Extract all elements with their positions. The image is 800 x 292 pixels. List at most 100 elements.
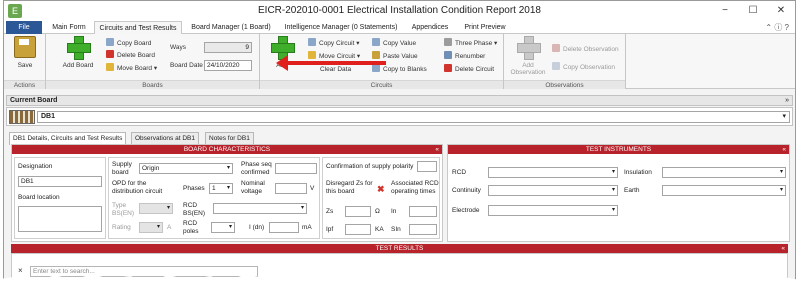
sin-field[interactable]: [409, 224, 437, 235]
delete-board-label: Delete Board: [117, 52, 155, 59]
ka-unit: KA: [375, 226, 384, 233]
move-board-label: Move Board ▾: [117, 65, 158, 72]
continuity-instrument-label: Continuity: [452, 187, 481, 194]
delete-observation-button[interactable]: Delete Observation: [552, 44, 619, 55]
group-actions: Save Actions: [4, 34, 46, 89]
add-observation-label: Add Observation: [510, 62, 546, 76]
phases-label: Phases: [183, 185, 205, 192]
volt-unit: V: [310, 185, 315, 192]
tab-main-form[interactable]: Main Form: [46, 21, 92, 34]
chevron-down-icon: ▾: [611, 207, 615, 213]
phase-seq-field[interactable]: [275, 163, 317, 174]
sin-label: SIn: [391, 226, 401, 233]
board-date-field[interactable]: 24/10/2020: [204, 60, 252, 71]
supply-polarity-label: Confirmation of supply polarity: [326, 163, 414, 170]
phases-select[interactable]: 1 ▾: [209, 183, 233, 194]
help-icons[interactable]: ⌃ ⓘ ?: [765, 22, 789, 33]
board-location-label: Board location: [18, 194, 60, 201]
board-characteristics-panel: BOARD CHARACTERISTICS « Designation DB1 …: [11, 144, 443, 242]
disregard-zs-toggle-icon[interactable]: ✖: [377, 184, 385, 195]
renumber-icon: [444, 51, 452, 59]
disregard-zs-label: Disregard Zs for this board: [326, 180, 373, 195]
in-field[interactable]: [409, 206, 437, 217]
chevron-down-icon: ▾: [226, 185, 230, 191]
three-phase-label: Three Phase ▾: [455, 40, 498, 47]
current-board-select[interactable]: DB1 ▾: [37, 111, 790, 123]
zs-label: Zs: [326, 208, 334, 215]
copy-observation-button[interactable]: Copy Observation: [552, 62, 615, 73]
add-observation-button[interactable]: Add Observation: [508, 36, 548, 76]
rcd-instrument-select[interactable]: ▾: [488, 167, 618, 178]
supply-board-select[interactable]: Origin ▾: [139, 163, 233, 174]
rating-label: Rating: [112, 224, 131, 231]
renumber-label: Renumber: [455, 53, 486, 60]
collapse-chevron-icon[interactable]: »: [785, 96, 789, 106]
save-button[interactable]: Save: [12, 36, 38, 69]
copy-observation-icon: [552, 62, 560, 70]
add-board-button[interactable]: Add Board: [60, 36, 96, 69]
tab-board-manager[interactable]: Board Manager (1 Board): [186, 21, 276, 34]
collapse-icon[interactable]: «: [435, 145, 439, 154]
current-board-header: Current Board »: [6, 95, 793, 106]
copy-board-label: Copy Board: [117, 40, 152, 47]
continuity-instrument-select[interactable]: ▾: [488, 185, 618, 196]
designation-field[interactable]: DB1: [18, 176, 102, 187]
phases-value: 1: [212, 185, 216, 192]
copy-value-button[interactable]: Copy Value: [372, 38, 416, 49]
ways-label: Ways: [170, 44, 187, 51]
tab-intelligence-manager[interactable]: Intelligence Manager (0 Statements): [282, 21, 400, 34]
annotation-arrow: [276, 55, 386, 71]
delete-observation-label: Delete Observation: [563, 46, 619, 53]
supply-polarity-field[interactable]: [417, 161, 437, 172]
earth-instrument-select[interactable]: ▾: [662, 185, 786, 196]
tab-circuits-and-test-results[interactable]: Circuits and Test Results: [94, 21, 182, 35]
zs-field[interactable]: [345, 206, 371, 217]
phase-seq-label: Phase seq confirmed: [241, 161, 272, 176]
test-instruments-title: TEST INSTRUMENTS: [585, 146, 652, 153]
move-board-button[interactable]: Move Board ▾: [106, 63, 157, 74]
add-observation-icon: [517, 36, 541, 60]
renumber-button[interactable]: Renumber: [444, 51, 485, 62]
electrode-instrument-select[interactable]: ▾: [488, 205, 618, 216]
distribution-board-icon: [9, 110, 35, 124]
close-icon[interactable]: ✕: [767, 1, 795, 21]
supply-board-value: Origin: [142, 165, 160, 172]
collapse-icon[interactable]: «: [782, 145, 786, 154]
tab-appendices[interactable]: Appendices: [406, 21, 454, 34]
ohm-unit: Ω: [375, 208, 380, 215]
earth-instrument-label: Earth: [624, 187, 640, 194]
insulation-instrument-select[interactable]: ▾: [662, 167, 786, 178]
tab-observations-db1[interactable]: Observations at DB1: [131, 132, 199, 144]
delete-board-button[interactable]: Delete Board: [106, 50, 155, 61]
minimize-icon[interactable]: −: [711, 1, 739, 21]
type-bsen-select: ▾: [139, 203, 173, 214]
collapse-icon[interactable]: «: [781, 244, 785, 253]
supply-board-label: Supply board: [112, 161, 132, 176]
ribbon-tabs: File Main Form Circuits and Test Results…: [4, 21, 795, 35]
ways-field[interactable]: 9: [204, 42, 252, 53]
copy-circuit-icon: [308, 38, 316, 46]
delete-circuit-button[interactable]: Delete Circuit: [444, 64, 494, 75]
chevron-down-icon: ▾: [611, 187, 615, 193]
tab-file[interactable]: File: [6, 21, 42, 34]
copy-observation-label: Copy Observation: [563, 64, 616, 71]
copy-board-button[interactable]: Copy Board: [106, 38, 151, 49]
title-bar: E EICR-202010-0001 Electrical Installati…: [4, 1, 795, 21]
move-icon: [106, 63, 114, 71]
board-location-field[interactable]: [18, 206, 102, 232]
chevron-down-icon: ▾: [156, 224, 160, 230]
copy-circuit-button[interactable]: Copy Circuit ▾: [308, 38, 359, 49]
idn-field[interactable]: [269, 222, 299, 233]
add-board-icon: [67, 36, 91, 60]
nominal-voltage-field[interactable]: [275, 183, 307, 194]
tab-print-preview[interactable]: Print Preview: [460, 21, 510, 34]
group-title-actions: Actions: [4, 80, 45, 89]
board-characteristics-title: BOARD CHARACTERISTICS: [183, 146, 271, 153]
associated-rcd-label: Associated RCD operating times: [391, 180, 439, 195]
maximize-icon[interactable]: ☐: [739, 1, 767, 21]
rcd-bsen-select[interactable]: ▾: [213, 203, 307, 214]
rcd-poles-select[interactable]: ▾: [211, 222, 235, 233]
tab-notes-db1[interactable]: Notes for DB1: [205, 132, 254, 144]
three-phase-button[interactable]: Three Phase ▾: [444, 38, 497, 49]
ipf-field[interactable]: [345, 224, 371, 235]
